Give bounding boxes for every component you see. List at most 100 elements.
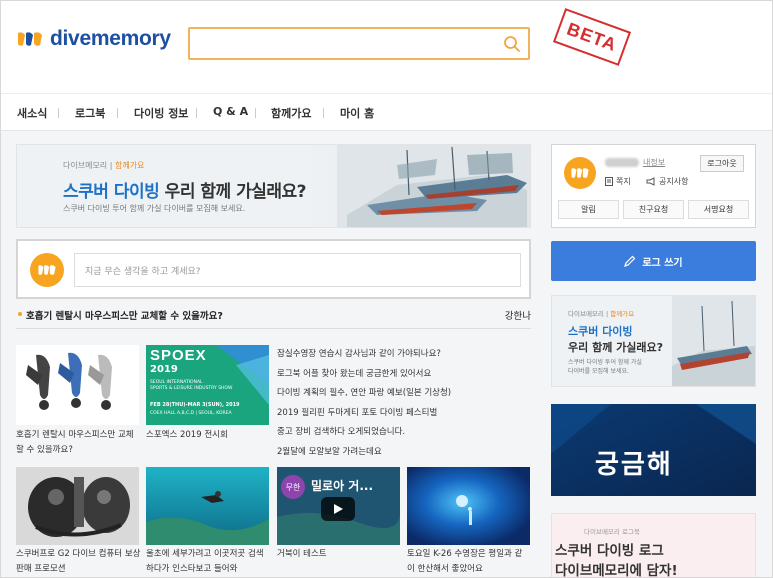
spoex-line2: SPORTS & LEISURE INDUSTRY SHOW [150, 386, 233, 391]
profile-card: 내정보 로그아웃 쪽지 공지사항 알림 친구요청 서명요청 [551, 144, 756, 228]
nav-item-together[interactable]: 함께가요 [271, 105, 311, 121]
regulator-image [26, 352, 112, 410]
header: divememory BETA [1, 1, 772, 93]
deep-pool-image [407, 467, 530, 545]
side-brand-text: 다이브메모리 [568, 310, 604, 318]
caption-line: 토요일 K-26 수영장은 평일과 같 [407, 549, 523, 559]
play-icon[interactable] [321, 497, 355, 521]
banner-brand: 다이브메모리 | 함께가요 [63, 161, 145, 170]
card-thumbnail-underwater[interactable] [146, 467, 269, 545]
caption-line: 스쿠버프로 G2 다이브 컴퓨터 보상 [16, 549, 141, 559]
banner-title-rest: 우리 함께 가실래요? [159, 182, 307, 202]
card-caption[interactable]: 스쿠버프로 G2 다이브 컴퓨터 보상 판매 프로모션 [16, 547, 144, 577]
card-caption[interactable]: 거북이 테스트 [277, 547, 405, 562]
logo-mark-icon [38, 265, 56, 275]
nav-item-news[interactable]: 새소식 [17, 105, 47, 121]
notice-label: 공지사항 [659, 177, 689, 186]
banner-tag: 함께가요 [114, 161, 145, 170]
headline-text[interactable]: 호흡기 렌탈시 마우스피스만 교체할 수 있을까요? [26, 308, 223, 322]
news-item[interactable]: 다이빙 계획의 필수, 연안 파랑 예보(일본 기상청) [277, 384, 531, 404]
logout-button[interactable]: 로그아웃 [700, 155, 744, 172]
nav-item-dive-info[interactable]: 다이빙 정보 [134, 105, 188, 121]
side-banner-together[interactable]: 다이브메모리 | 함께가요 스쿠버 다이빙 우리 함께 가실래요? 스쿠버 다이… [551, 295, 756, 387]
banner-brand-text: 다이브메모리 [63, 161, 108, 170]
spoex-logo: SPOEX [150, 347, 207, 364]
side-banner-logbook-line2: 다이브메모리에 담자! [555, 563, 678, 578]
nav-divider [323, 108, 324, 118]
nav-item-my-home[interactable]: 마이 홈 [340, 105, 374, 121]
nav-item-qna[interactable]: Q & A [213, 105, 248, 118]
card-caption[interactable]: 호흡기 렌탈시 마우스피스만 교체 할 수 있을까요? [16, 428, 141, 458]
curious-text: 궁금해 [595, 450, 673, 480]
news-list: 잠실수영장 연습시 감사님과 같이 가야되나요? 로그북 어플 찾아 왔는데 궁… [277, 345, 531, 462]
page: divememory BETA 새소식 로그북 다이빙 정보 Q & A 함께가… [0, 0, 773, 578]
caption-line: 판매 프로모션 [16, 564, 66, 574]
main-banner[interactable]: 다이브메모리 | 함께가요 스쿠버 다이빙 우리 함께 가실래요? 스쿠버 다이… [16, 144, 531, 228]
main-nav: 새소식 로그북 다이빙 정보 Q & A 함께가요 마이 홈 [1, 93, 772, 131]
nav-divider [196, 108, 197, 118]
card-caption[interactable]: 스포엑스 2019 전시회 [146, 428, 271, 443]
nav-divider [58, 108, 59, 118]
blurred-username [605, 158, 639, 167]
dive-gear-image [16, 467, 139, 545]
tab-notifications[interactable]: 알림 [558, 200, 619, 219]
profile-tabs: 알림 친구요청 서명요청 [558, 200, 749, 219]
caption-line: 호흡기 렌탈시 마우스피스만 교체 [16, 430, 134, 440]
card-thumbnail-dive-computer[interactable] [16, 467, 139, 545]
caption-line: 울초에 세부가려고 이곳저곳 검색 [146, 549, 264, 559]
side-banner-logbook-line1: 스쿠버 다이빙 로그 [555, 543, 664, 559]
headline-author: 강한나 [504, 311, 531, 322]
news-item[interactable]: 로그북 어플 찾아 왔는데 궁금한게 있어서요 [277, 365, 531, 385]
logo-text: divememory [50, 27, 171, 50]
bullet-icon [18, 312, 22, 316]
side-banner-logbook[interactable]: 다이브메모리 로그북 스쿠버 다이빙 로그 다이브메모리에 담자! [551, 513, 756, 578]
tab-friend-requests[interactable]: 친구요청 [623, 200, 684, 219]
spoex-date: FEB 28(THU)-MAR 3(SUN), 2019 [150, 402, 240, 408]
channel-badge: 무한 [281, 475, 305, 499]
side-banner-curious[interactable]: 궁금해 [551, 404, 756, 496]
logo[interactable]: divememory [16, 27, 171, 51]
my-info-link[interactable]: 내정보 [643, 157, 665, 168]
news-item[interactable]: 중고 장비 검색하다 오게되었습니다. [277, 423, 531, 443]
nav-item-logbook[interactable]: 로그북 [75, 105, 105, 121]
user-avatar[interactable] [564, 157, 596, 189]
card-thumbnail-regulator[interactable] [16, 345, 139, 425]
search-box[interactable] [188, 27, 530, 60]
messages-label: 쪽지 [616, 177, 631, 186]
search-icon[interactable] [503, 35, 521, 53]
banner-title-blue: 스쿠버 다이빙 [63, 182, 160, 202]
search-input[interactable] [190, 29, 490, 58]
write-log-button[interactable]: 로그 쓰기 [551, 241, 756, 281]
card-thumbnail-spoex[interactable]: SPOEX 2019 SEOUL INTERNATIONAL SPORTS & … [146, 345, 269, 425]
side-brand-tag: 함께가요 [610, 310, 635, 318]
avatar[interactable] [30, 253, 64, 287]
spoex-line1: SEOUL INTERNATIONAL [150, 380, 203, 385]
featured-headline[interactable]: 호흡기 렌탈시 마우스피스만 교체할 수 있을까요? 강한나 [16, 303, 531, 329]
card-thumbnail-k26-pool[interactable] [407, 467, 530, 545]
pencil-icon [624, 255, 636, 267]
tab-signature-requests[interactable]: 서명요청 [688, 200, 749, 219]
logo-mark-icon [571, 168, 589, 178]
spoex-year: 2019 [150, 364, 178, 375]
messages-link[interactable]: 쪽지 [605, 176, 631, 187]
caption-line: 할 수 있을까요? [16, 445, 73, 455]
news-item[interactable]: 2월달에 모알보알 가려는데요 [277, 443, 531, 463]
card-caption[interactable]: 토요일 K-26 수영장은 평일과 같 이 한산해서 좋았어요 [407, 547, 535, 577]
notice-link[interactable]: 공지사항 [646, 176, 688, 187]
side-banner-title-blue: 스쿠버 다이빙 [568, 325, 633, 338]
card-thumbnail-turtle-video[interactable]: 무한 밀로아 거... [277, 467, 400, 545]
news-item[interactable]: 2019 필리핀 두마게티 포토 다이빙 페스티벌 [277, 404, 531, 424]
spoex-venue: COEX HALL A,B,C,D | SEOUL, KOREA [150, 411, 232, 416]
card-caption[interactable]: 울초에 세부가려고 이곳저곳 검색 하다가 인스타보고 들어와 [146, 547, 274, 577]
side-banner-sub1: 스쿠버 다이빙 투어 함께 가실 [568, 359, 642, 366]
logo-mark-icon [16, 28, 44, 50]
post-box: 지금 무슨 생각을 하고 계세요? [16, 239, 531, 299]
caption-line: 이 한산해서 좋았어요 [407, 564, 483, 574]
nav-divider [117, 108, 118, 118]
banner-title: 스쿠버 다이빙 우리 함께 가실래요? [63, 177, 307, 202]
news-item[interactable]: 잠실수영장 연습시 감사님과 같이 가야되나요? [277, 345, 531, 365]
beta-stamp: BETA [552, 8, 632, 66]
post-input[interactable]: 지금 무슨 생각을 하고 계세요? [74, 253, 521, 287]
banner-subtitle: 스쿠버 다이빙 투어 함께 가실 다이버를 모집해 보세요. [63, 204, 246, 213]
underwater-image [146, 467, 269, 545]
